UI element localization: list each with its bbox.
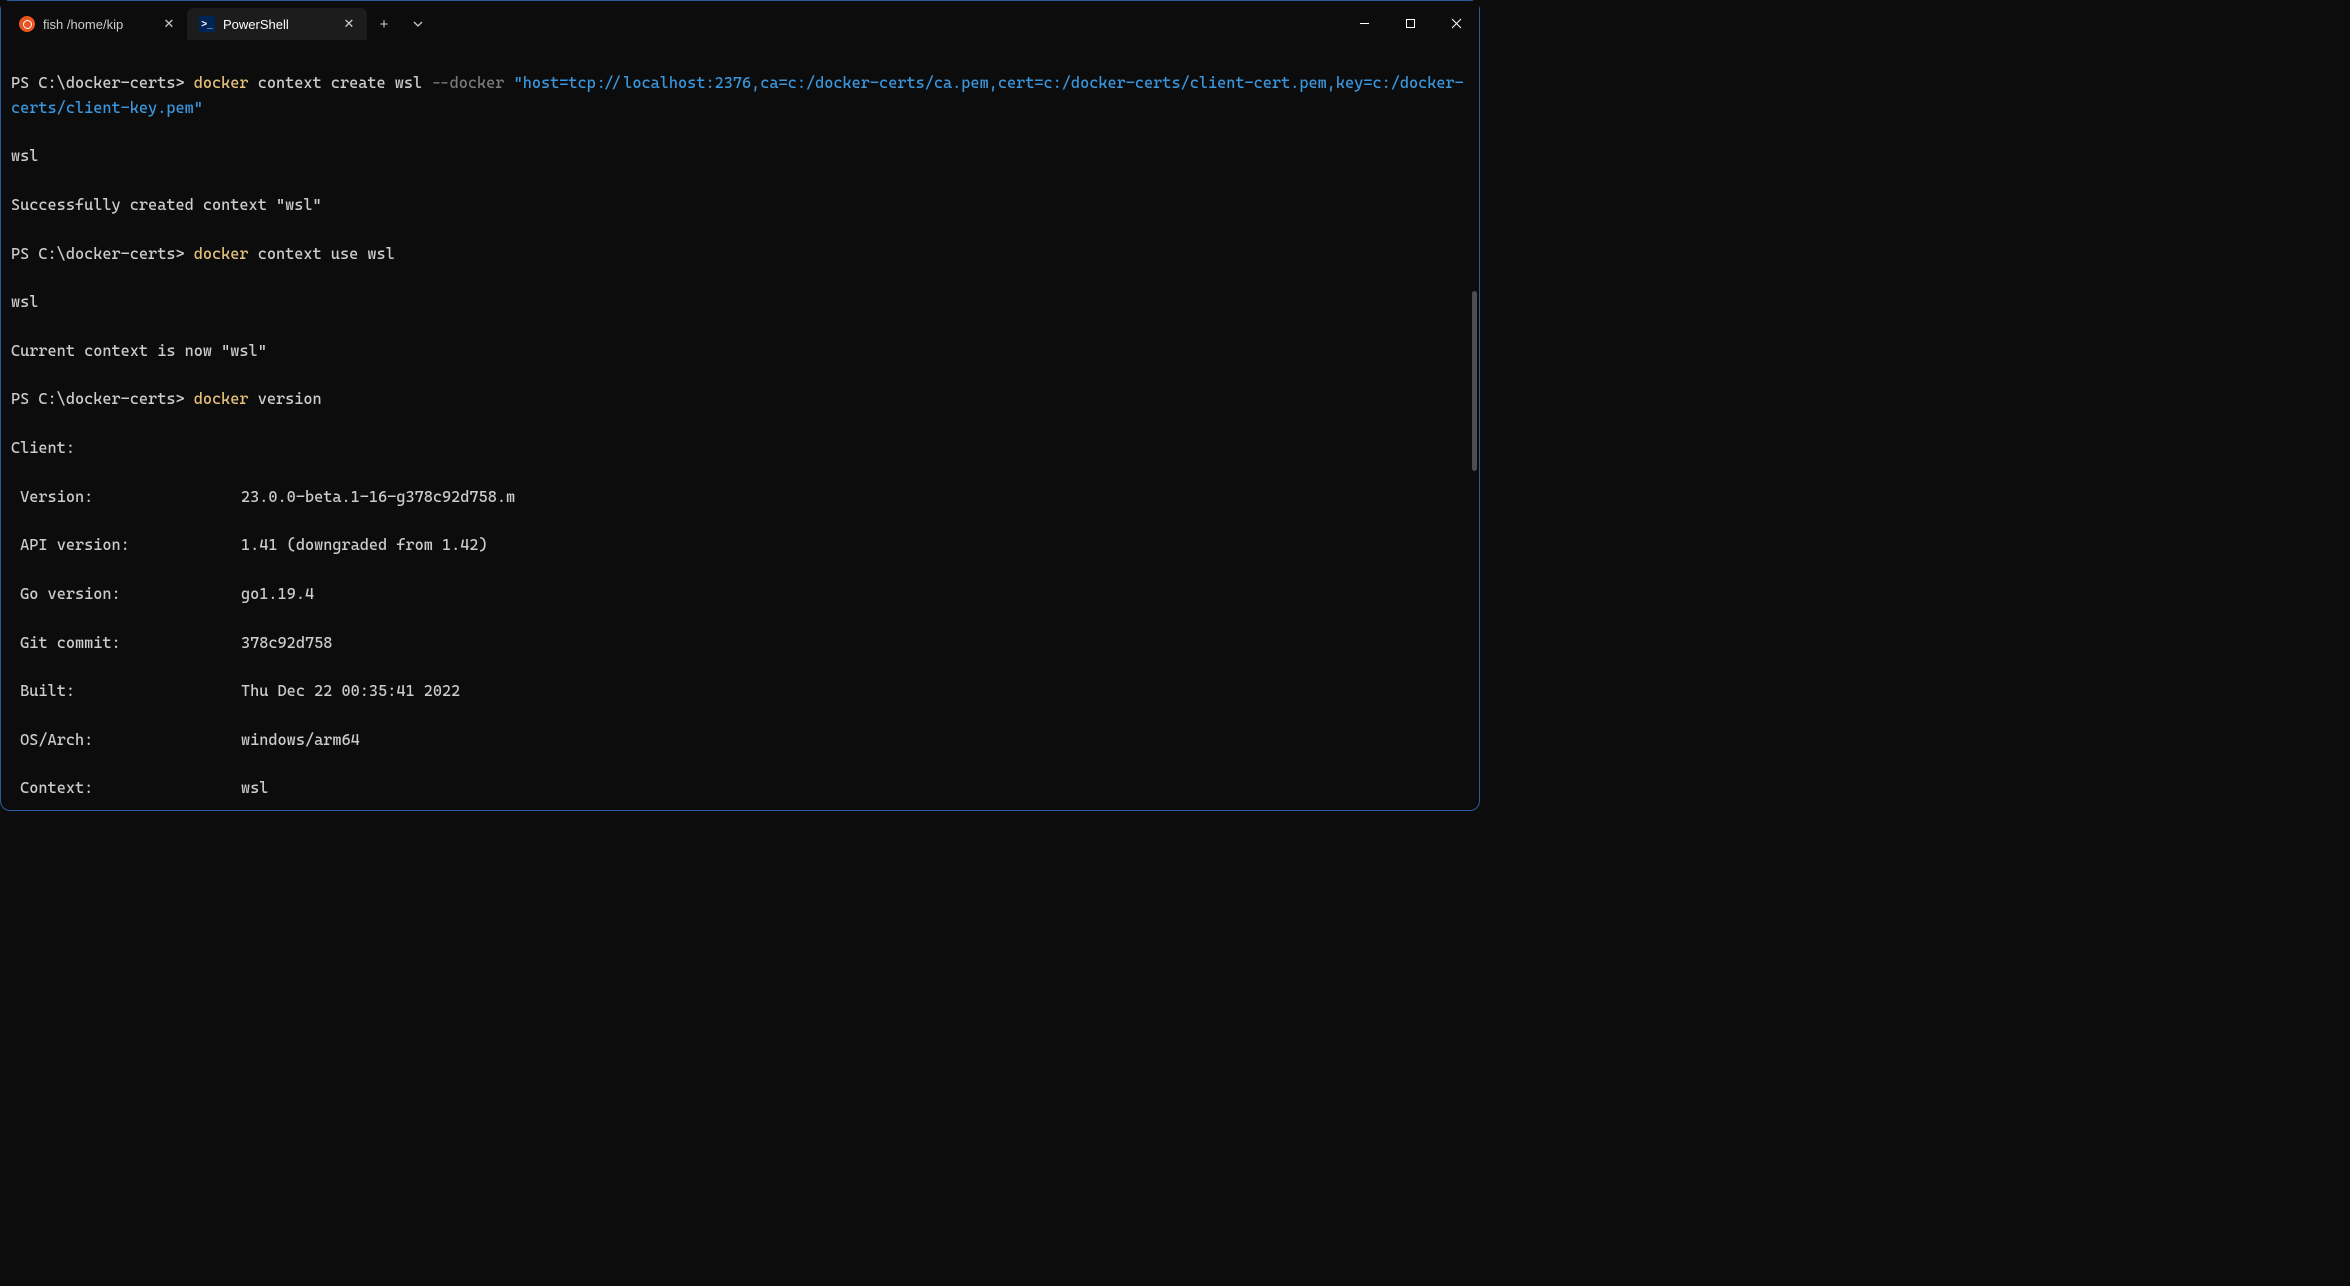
cmd-args: context create wsl (249, 74, 432, 92)
prompt: PS C:\docker-certs> (11, 245, 194, 263)
kv-key: Go version: (11, 582, 241, 606)
kv-value: wsl (241, 776, 268, 800)
tab-powershell[interactable]: >_ PowerShell ✕ (187, 8, 367, 40)
output-line: Successfully created context "wsl" (11, 193, 1469, 217)
powershell-icon: >_ (199, 16, 215, 32)
kv-key: Built: (11, 679, 241, 703)
cmd-line: PS C:\docker-certs> docker context creat… (11, 71, 1469, 120)
kv-value: 1.41 (downgraded from 1.42) (241, 533, 488, 557)
prompt: PS C:\docker-certs> (11, 390, 194, 408)
window-controls (1341, 3, 1479, 39)
kv-row: Context:wsl (11, 776, 1469, 800)
cmd-line: PS C:\docker-certs> docker context use w… (11, 242, 1469, 266)
tab-title: fish /home/kip (43, 17, 153, 32)
kv-key: Version: (11, 485, 241, 509)
kv-value: go1.19.4 (241, 582, 314, 606)
kv-value: 378c92d758 (241, 631, 332, 655)
kv-row: Go version:go1.19.4 (11, 582, 1469, 606)
kv-row: Built:Thu Dec 22 00:35:41 2022 (11, 679, 1469, 703)
tab-fish[interactable]: fish /home/kip ✕ (7, 8, 187, 40)
close-window-button[interactable] (1433, 7, 1479, 39)
output-line: Current context is now "wsl" (11, 339, 1469, 363)
output-line: wsl (11, 144, 1469, 168)
kv-row: OS/Arch:windows/arm64 (11, 728, 1469, 752)
cmd-args: context use wsl (249, 245, 395, 263)
kv-row: API version:1.41 (downgraded from 1.42) (11, 533, 1469, 557)
kv-key: Context: (11, 776, 241, 800)
kv-value: 23.0.0-beta.1-16-g378c92d758.m (241, 485, 515, 509)
ubuntu-icon (19, 16, 35, 32)
cmd-space (504, 74, 513, 92)
tab-title: PowerShell (223, 17, 333, 32)
close-icon[interactable]: ✕ (341, 16, 357, 32)
kv-key: OS/Arch: (11, 728, 241, 752)
maximize-button[interactable] (1387, 7, 1433, 39)
prompt: PS C:\docker-certs> (11, 74, 194, 92)
minimize-button[interactable] (1341, 7, 1387, 39)
cmd-args: version (249, 390, 322, 408)
chevron-down-icon (412, 18, 424, 30)
kv-value: Thu Dec 22 00:35:41 2022 (241, 679, 460, 703)
cmd-flag: --docker (431, 74, 504, 92)
kv-row: Git commit:378c92d758 (11, 631, 1469, 655)
kv-row: Version:23.0.0-beta.1-16-g378c92d758.m (11, 485, 1469, 509)
tab-dropdown-button[interactable] (401, 8, 435, 40)
output-line: wsl (11, 290, 1469, 314)
scrollbar-thumb[interactable] (1472, 291, 1477, 471)
cmd-line: PS C:\docker-certs> docker version (11, 387, 1469, 411)
terminal-output[interactable]: PS C:\docker-certs> docker context creat… (1, 41, 1479, 810)
cmd-token: docker (194, 245, 249, 263)
new-tab-button[interactable]: + (367, 8, 401, 40)
close-icon[interactable]: ✕ (161, 16, 177, 32)
cmd-token: docker (194, 74, 249, 92)
cmd-token: docker (194, 390, 249, 408)
titlebar: fish /home/kip ✕ >_ PowerShell ✕ + (1, 1, 1479, 41)
kv-value: windows/arm64 (241, 728, 360, 752)
kv-key: Git commit: (11, 631, 241, 655)
section-header: Client: (11, 436, 1469, 460)
kv-key: API version: (11, 533, 241, 557)
